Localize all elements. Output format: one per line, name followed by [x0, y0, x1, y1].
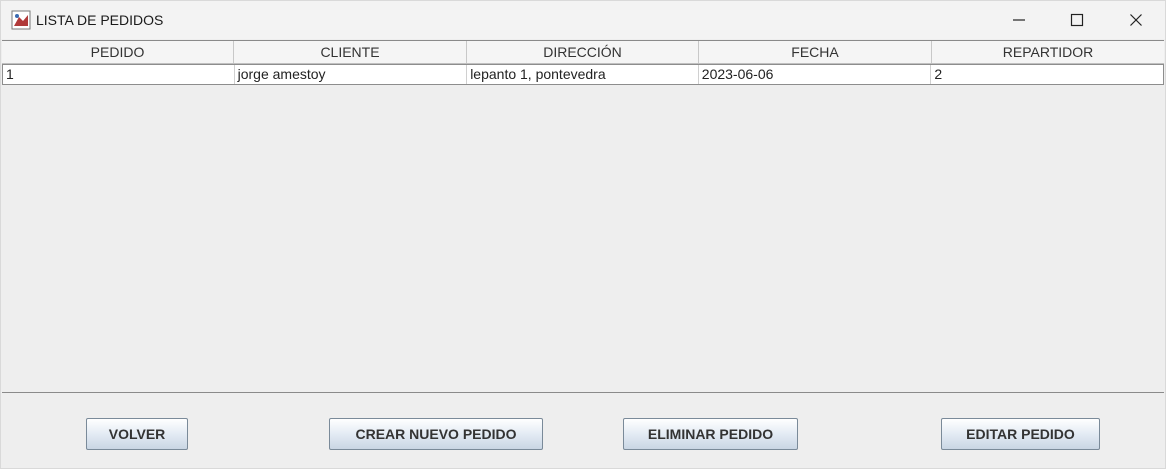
column-header-cliente[interactable]: CLIENTE	[234, 41, 467, 63]
maximize-icon[interactable]	[1048, 1, 1106, 39]
cell-fecha[interactable]: 2023-06-06	[699, 65, 932, 84]
column-header-fecha[interactable]: FECHA	[699, 41, 932, 63]
app-window: LISTA DE PEDIDOS PEDIDO CLIENTE DIRECCIÓ…	[0, 0, 1166, 469]
column-header-direccion[interactable]: DIRECCIÓN	[467, 41, 699, 63]
close-icon[interactable]	[1107, 1, 1165, 39]
title-bar[interactable]: LISTA DE PEDIDOS	[1, 1, 1165, 39]
table-header: PEDIDO CLIENTE DIRECCIÓN FECHA REPARTIDO…	[2, 41, 1164, 64]
editar-pedido-button[interactable]: EDITAR PEDIDO	[941, 418, 1100, 450]
volver-button[interactable]: VOLVER	[86, 418, 188, 450]
column-header-pedido[interactable]: PEDIDO	[2, 41, 234, 63]
cell-repartidor[interactable]: 2	[931, 65, 1163, 84]
crear-nuevo-pedido-button[interactable]: CREAR NUEVO PEDIDO	[329, 418, 543, 450]
cell-cliente[interactable]: jorge amestoy	[235, 65, 468, 84]
cell-direccion[interactable]: lepanto 1, pontevedra	[467, 65, 699, 84]
eliminar-pedido-button[interactable]: ELIMINAR PEDIDO	[623, 418, 798, 450]
cell-pedido[interactable]: 1	[3, 65, 235, 84]
window-title: LISTA DE PEDIDOS	[36, 12, 164, 28]
column-header-repartidor[interactable]: REPARTIDOR	[932, 41, 1164, 63]
minimize-icon[interactable]	[990, 1, 1048, 39]
orders-table[interactable]: PEDIDO CLIENTE DIRECCIÓN FECHA REPARTIDO…	[2, 40, 1164, 393]
table-row[interactable]: 1 jorge amestoy lepanto 1, pontevedra 20…	[2, 64, 1164, 85]
java-app-icon	[11, 10, 31, 30]
